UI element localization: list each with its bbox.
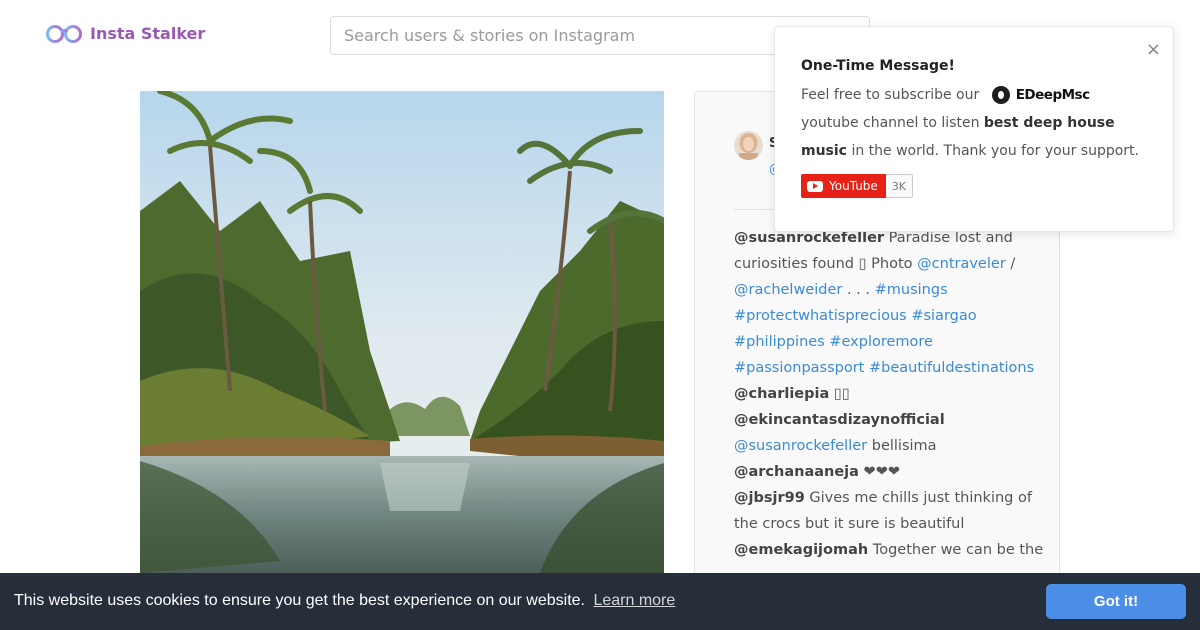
comment-link[interactable]: #passionpassport [734, 360, 864, 376]
comment-line: #passionpassport #beautifuldestinations [734, 355, 1034, 381]
comment-line: @archanaaneja ❤❤❤ [734, 459, 1024, 485]
comment-line: @ekincantasdizaynofficial [734, 407, 1024, 433]
cookie-message-row: This website uses cookies to ensure you … [14, 592, 675, 610]
popup-title: One-Time Message! [801, 58, 955, 74]
youtube-subscribe: YouTube 3K [801, 174, 914, 198]
comment-line: @charliepia ▯▯ [734, 381, 1024, 407]
comment-line: the crocs but it sure is beautiful [734, 511, 1024, 537]
subscriber-count: 3K [885, 174, 914, 198]
comments-list: @susanrockefeller Paradise lost and curio… [734, 225, 1043, 563]
comment-text: ▯ [858, 256, 867, 272]
comment-text: Photo [866, 256, 918, 272]
comment-line: @emekagijomah Together we can be the [734, 537, 1043, 563]
comment-link[interactable]: #philippines [734, 334, 825, 350]
site-name: Insta Stalker [90, 23, 206, 43]
comment-link[interactable]: #beautifuldestinations [869, 360, 1034, 376]
author-avatar[interactable] [734, 131, 763, 160]
learn-more-link[interactable]: Learn more [593, 592, 675, 609]
close-icon[interactable]: × [1146, 41, 1161, 59]
comment-username[interactable]: @charliepia [734, 386, 829, 402]
comment-text: Paradise lost and [884, 230, 1013, 246]
comment-link[interactable]: @rachelweider [734, 282, 842, 298]
channel-logo-icon [991, 86, 1010, 104]
comment-username[interactable]: @emekagijomah [734, 542, 868, 558]
comment-link[interactable]: #musings [875, 282, 948, 298]
comment-line: #philippines #exploremore [734, 329, 1024, 355]
comment-username[interactable]: @jbsjr99 [734, 490, 805, 506]
comment-text: . . . [842, 282, 875, 298]
popup-text-end: in the world. Thank you for your support… [851, 143, 1139, 159]
popup-text-before: Feel free to subscribe our [801, 87, 980, 103]
comment-text: ❤❤❤ [858, 464, 901, 480]
comment-line: @jbsjr99 Gives me chills just thinking o… [734, 485, 1032, 511]
comment-link[interactable]: #protectwhatisprecious [734, 308, 907, 324]
cookie-banner: This website uses cookies to ensure you … [0, 573, 1200, 630]
youtube-play-icon [807, 180, 823, 192]
comment-text: the crocs but it sure is beautiful [734, 516, 965, 532]
binoculars-icon [46, 25, 82, 43]
channel-badge[interactable]: EDeepMsc [991, 81, 1090, 109]
comment-username[interactable]: @archanaaneja [734, 464, 859, 480]
comment-line: @rachelweider . . . #musings [734, 277, 1024, 303]
comment-text: Together we can be the [868, 542, 1044, 558]
post-photo [140, 91, 664, 573]
cookie-message: This website uses cookies to ensure you … [14, 592, 585, 609]
comment-line: #protectwhatisprecious #siargao [734, 303, 1024, 329]
cookie-accept-button[interactable]: Got it! [1046, 584, 1186, 619]
comment-line: curiosities found ▯ Photo @cntraveler / [734, 251, 1024, 277]
comment-username[interactable]: @susanrockefeller [734, 230, 884, 246]
youtube-subscribe-button[interactable]: YouTube [801, 174, 886, 198]
comment-link[interactable]: #siargao [911, 308, 976, 324]
comment-link[interactable]: @susanrockefeller [734, 438, 867, 454]
comment-username[interactable]: @ekincantasdizaynofficial [734, 412, 945, 428]
youtube-label: YouTube [829, 179, 878, 193]
popup-body: Feel free to subscribe our EDeepMsc yout… [801, 81, 1151, 165]
site-logo[interactable]: Insta Stalker [45, 22, 205, 44]
comment-link[interactable]: @cntraveler [917, 256, 1006, 272]
one-time-message-popup: × One-Time Message! Feel free to subscri… [774, 26, 1174, 232]
channel-name: EDeepMsc [1015, 87, 1090, 103]
comment-link[interactable]: #exploremore [829, 334, 933, 350]
comment-text: Gives me chills just thinking of [804, 490, 1032, 506]
comment-text: ▯▯ [829, 386, 850, 402]
popup-text-after: youtube channel to listen [801, 115, 980, 131]
comment-line: @susanrockefeller bellisima [734, 433, 1024, 459]
comment-text: curiosities found [734, 256, 859, 272]
comment-text: / [1005, 256, 1016, 272]
comment-text: bellisima [867, 438, 937, 454]
